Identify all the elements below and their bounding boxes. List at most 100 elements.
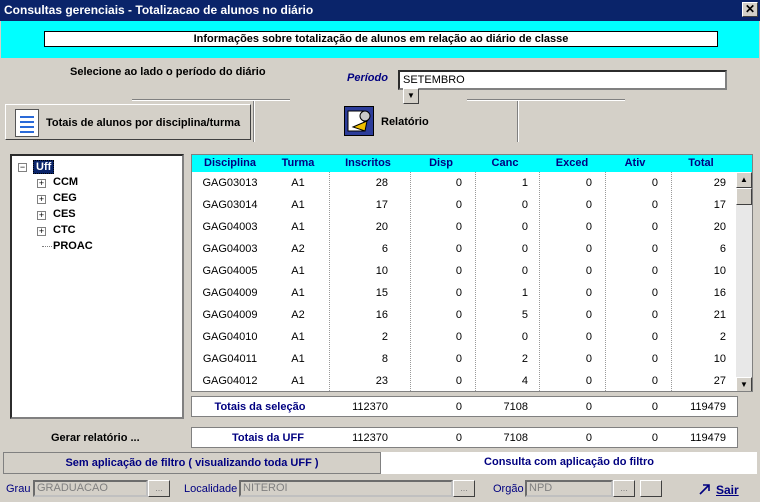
table-cell: 0 <box>521 221 528 233</box>
table-cell: 0 <box>455 375 462 387</box>
table-row[interactable]: GAG04003 A1 20 0 0 0 0 20 <box>192 216 740 238</box>
column-header[interactable]: Turma <box>274 157 322 169</box>
table-cell: 5 <box>521 309 528 321</box>
expand-icon[interactable]: + <box>37 179 46 188</box>
grau-field[interactable]: GRADUACAO <box>33 480 148 497</box>
orgao-lookup-button[interactable]: ... <box>613 480 635 497</box>
table-row[interactable]: GAG04005 A1 10 0 0 0 0 10 <box>192 260 740 282</box>
tree-node[interactable]: CTC <box>53 224 76 236</box>
total-inscritos: 112370 <box>352 401 388 413</box>
table-cell: 0 <box>651 221 658 233</box>
table-cell: 0 <box>651 331 658 343</box>
table-cell: 10 <box>375 265 388 277</box>
expand-icon[interactable]: + <box>37 211 46 220</box>
vertical-scrollbar[interactable]: ▲ ▼ <box>736 172 752 391</box>
totals-selection-row: Totais da seleção 112370 0 7108 0 0 1194… <box>191 396 738 417</box>
table-cell: GAG04003 <box>202 221 258 233</box>
period-select[interactable]: SETEMBRO ▼ <box>398 70 727 104</box>
table-cell: 2 <box>381 331 388 343</box>
table-cell: 20 <box>375 221 388 233</box>
tab-com-filtro[interactable]: Consulta com aplicação do filtro <box>381 452 757 474</box>
scroll-down-icon[interactable]: ▼ <box>736 377 752 391</box>
table-cell: 17 <box>713 199 726 211</box>
table-row[interactable]: GAG04009 A1 15 0 1 0 0 16 <box>192 282 740 304</box>
table-cell: A1 <box>291 199 305 211</box>
table-cell: 0 <box>585 331 592 343</box>
column-header[interactable]: Disp <box>418 157 464 169</box>
table-cell: A1 <box>291 353 305 365</box>
localidade-lookup-button[interactable]: ... <box>453 480 475 497</box>
table-row[interactable]: GAG04010 A1 2 0 0 0 0 2 <box>192 326 740 348</box>
divider <box>467 99 625 101</box>
orgao-field[interactable]: NPD <box>525 480 613 497</box>
table-cell: 0 <box>521 243 528 255</box>
exit-button[interactable]: Sair <box>716 483 739 497</box>
column-header[interactable]: Ativ <box>612 157 658 169</box>
table-cell: 27 <box>713 375 726 387</box>
column-header[interactable]: Canc <box>482 157 528 169</box>
divider <box>253 101 255 142</box>
expand-icon[interactable]: + <box>37 195 46 204</box>
filter-clear-button[interactable] <box>640 480 662 497</box>
tab-relatorio[interactable]: Relatório <box>381 116 429 128</box>
table-row[interactable]: GAG03014 A1 17 0 0 0 0 17 <box>192 194 740 216</box>
tab-totais[interactable]: Totais de alunos por disciplina/turma <box>5 104 251 140</box>
column-header[interactable]: Exced <box>548 157 596 169</box>
table-cell: 20 <box>713 221 726 233</box>
table-cell: 6 <box>719 243 726 255</box>
org-tree[interactable]: − Uff + CCM + CEG + CES + CTC PROAC <box>10 154 184 419</box>
table-cell: 0 <box>521 265 528 277</box>
collapse-icon[interactable]: − <box>18 163 27 172</box>
table-row[interactable]: GAG04011 A1 8 0 2 0 0 10 <box>192 348 740 370</box>
scroll-up-icon[interactable]: ▲ <box>736 172 752 188</box>
window-title: Consultas gerenciais - Totalizacao de al… <box>0 0 760 21</box>
table-cell: 0 <box>585 287 592 299</box>
expand-icon[interactable]: + <box>37 227 46 236</box>
table-cell: 16 <box>375 309 388 321</box>
total-total: 119479 <box>690 401 726 413</box>
tab-sem-filtro[interactable]: Sem aplicação de filtro ( visualizando t… <box>3 452 381 474</box>
table-cell: 0 <box>651 287 658 299</box>
generate-report-button[interactable]: Gerar relatório ... <box>51 432 140 444</box>
scroll-thumb[interactable] <box>736 188 752 205</box>
table-cell: 0 <box>585 265 592 277</box>
grau-lookup-button[interactable]: ... <box>148 480 170 497</box>
report-icon[interactable] <box>344 106 374 136</box>
table-cell: 0 <box>521 331 528 343</box>
table-cell: 0 <box>585 353 592 365</box>
total-canc: 7108 <box>503 432 528 444</box>
table-row[interactable]: GAG04012 A1 23 0 4 0 0 27 <box>192 370 740 391</box>
table-cell: 16 <box>713 287 726 299</box>
tree-node[interactable]: CES <box>53 208 76 220</box>
table-cell: GAG04012 <box>202 375 258 387</box>
table-cell: GAG04005 <box>202 265 258 277</box>
table-cell: 0 <box>651 309 658 321</box>
column-header[interactable]: Inscritos <box>336 157 400 169</box>
total-exced: 0 <box>585 432 592 444</box>
tree-node[interactable]: CCM <box>53 176 78 188</box>
grid-header: Disciplina Turma Inscritos Disp Canc Exc… <box>192 155 752 172</box>
tab-totais-label: Totais de alunos por disciplina/turma <box>46 117 241 129</box>
total-exced: 0 <box>585 401 592 413</box>
table-cell: 6 <box>381 243 388 255</box>
table-row[interactable]: GAG04003 A2 6 0 0 0 0 6 <box>192 238 740 260</box>
divider <box>517 101 519 142</box>
close-button[interactable]: ✕ <box>742 2 758 17</box>
tree-node[interactable]: PROAC <box>53 240 93 252</box>
table-cell: 0 <box>455 265 462 277</box>
column-header[interactable]: Total <box>678 157 724 169</box>
table-row[interactable]: GAG03013 A1 28 0 1 0 0 29 <box>192 172 740 194</box>
tree-node[interactable]: CEG <box>53 192 77 204</box>
totals-selection-label: Totais da seleção <box>214 401 306 413</box>
data-grid[interactable]: Disciplina Turma Inscritos Disp Canc Exc… <box>191 154 753 392</box>
table-cell: 0 <box>585 221 592 233</box>
table-row[interactable]: GAG04009 A2 16 0 5 0 0 21 <box>192 304 740 326</box>
table-cell: 0 <box>585 243 592 255</box>
chevron-down-icon[interactable]: ▼ <box>403 88 419 104</box>
tree-root[interactable]: Uff <box>33 160 55 174</box>
totals-uff-row: Totais da UFF 112370 0 7108 0 0 119479 <box>191 427 738 448</box>
localidade-field[interactable]: NITEROI <box>239 480 453 497</box>
column-header[interactable]: Disciplina <box>198 157 262 169</box>
table-cell: A1 <box>291 221 305 233</box>
exit-icon[interactable] <box>698 482 712 496</box>
